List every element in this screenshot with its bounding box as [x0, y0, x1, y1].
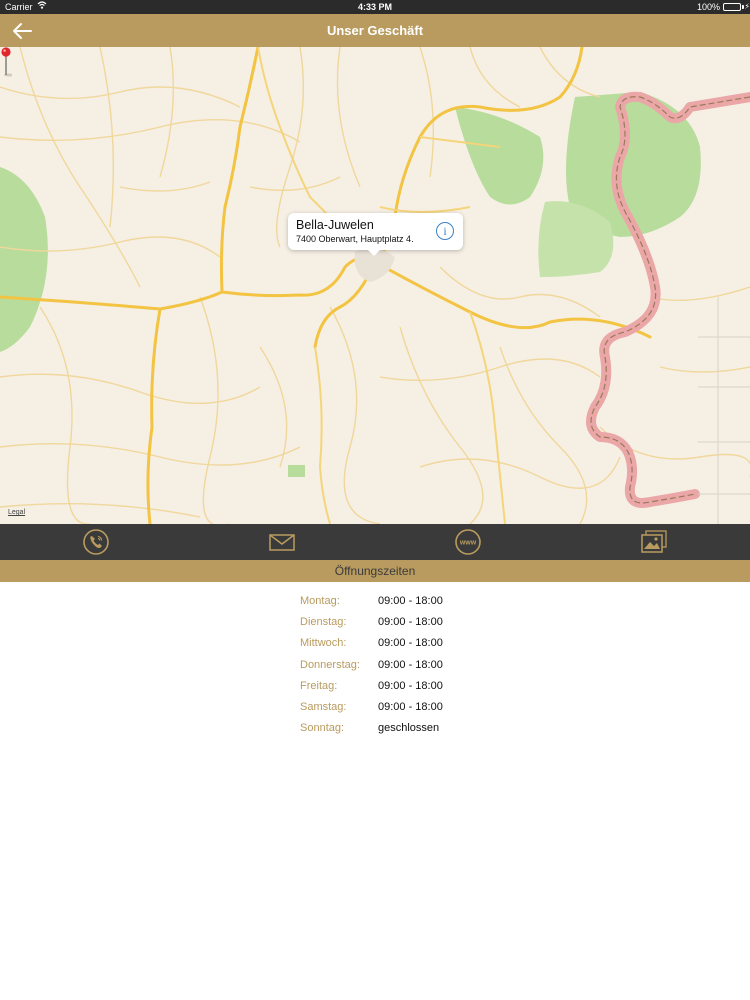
- info-icon[interactable]: i: [436, 222, 454, 240]
- hours-value: 09:00 - 18:00: [378, 658, 443, 671]
- gallery-icon: [641, 530, 667, 553]
- hours-value: 09:00 - 18:00: [378, 700, 443, 713]
- website-button[interactable]: www: [454, 528, 482, 556]
- forest-area-north: [455, 107, 544, 205]
- hours-row: Sonntag: geschlossen: [300, 719, 550, 740]
- hours-value: 09:00 - 18:00: [378, 637, 443, 650]
- phone-icon: [83, 529, 109, 555]
- app-root: Carrier 4:33 PM 100% ⚡ Unser Geschäft Be…: [0, 0, 750, 1000]
- callout-title: Bella-Juwelen: [296, 218, 374, 232]
- battery-percent: 100%: [696, 2, 720, 12]
- hours-row: Samstag: 09:00 - 18:00: [300, 698, 550, 719]
- map-view[interactable]: Bella-Juwelen 7400 Oberwart, Hauptplatz …: [0, 47, 750, 524]
- legal-link[interactable]: Legal: [8, 509, 25, 516]
- major-road-3: [146, 307, 162, 524]
- email-button[interactable]: [268, 528, 296, 556]
- callout-tail: [367, 249, 381, 256]
- hours-row: Dienstag: 09:00 - 18:00: [300, 613, 550, 634]
- hours-value: 09:00 - 18:00: [378, 616, 443, 629]
- major-road-5: [373, 260, 652, 339]
- map-canvas: [0, 47, 750, 524]
- hours-row: Freitag: 09:00 - 18:00: [300, 677, 550, 698]
- opening-hours-list: Montag: 09:00 - 18:00 Dienstag: 09:00 - …: [300, 592, 550, 740]
- svg-text:www: www: [459, 540, 477, 547]
- hours-row: Mittwoch: 09:00 - 18:00: [300, 634, 550, 655]
- battery-icon: [723, 3, 741, 11]
- map-pin-icon[interactable]: [0, 47, 12, 77]
- forest-area-west: [0, 167, 48, 352]
- forest-patch-south: [288, 465, 305, 477]
- hours-row: Montag: 09:00 - 18:00: [300, 592, 550, 613]
- hours-value: 09:00 - 18:00: [378, 595, 443, 607]
- status-bar: Carrier 4:33 PM 100% ⚡: [0, 0, 750, 14]
- hours-row: Donnerstag: 09:00 - 18:00: [300, 656, 550, 677]
- day-label: Sonntag:: [300, 722, 345, 735]
- gallery-button[interactable]: [640, 528, 668, 556]
- status-time: 4:33 PM: [357, 2, 392, 12]
- callout-address: 7400 Oberwart, Hauptplatz 4.: [296, 234, 414, 244]
- day-label: Montag:: [300, 595, 340, 607]
- day-label: Dienstag:: [300, 616, 347, 629]
- call-button[interactable]: [82, 528, 110, 556]
- day-label: Donnerstag:: [300, 658, 360, 671]
- hours-value: 09:00 - 18:00: [378, 679, 443, 692]
- mail-icon: [269, 534, 295, 551]
- opening-hours-header: Öffnungszeiten: [0, 560, 750, 582]
- day-label: Samstag:: [300, 700, 347, 713]
- action-toolbar: www: [0, 524, 750, 560]
- www-icon: www: [455, 529, 481, 555]
- hours-value: geschlossen: [378, 722, 440, 735]
- charging-icon: ⚡: [744, 2, 750, 11]
- location-callout[interactable]: Bella-Juwelen 7400 Oberwart, Hauptplatz …: [288, 213, 463, 256]
- day-label: Mittwoch:: [300, 637, 347, 650]
- day-label: Freitag:: [300, 679, 338, 692]
- nav-bar: Unser Geschäft: [0, 14, 750, 47]
- page-title: Unser Geschäft: [326, 23, 424, 38]
